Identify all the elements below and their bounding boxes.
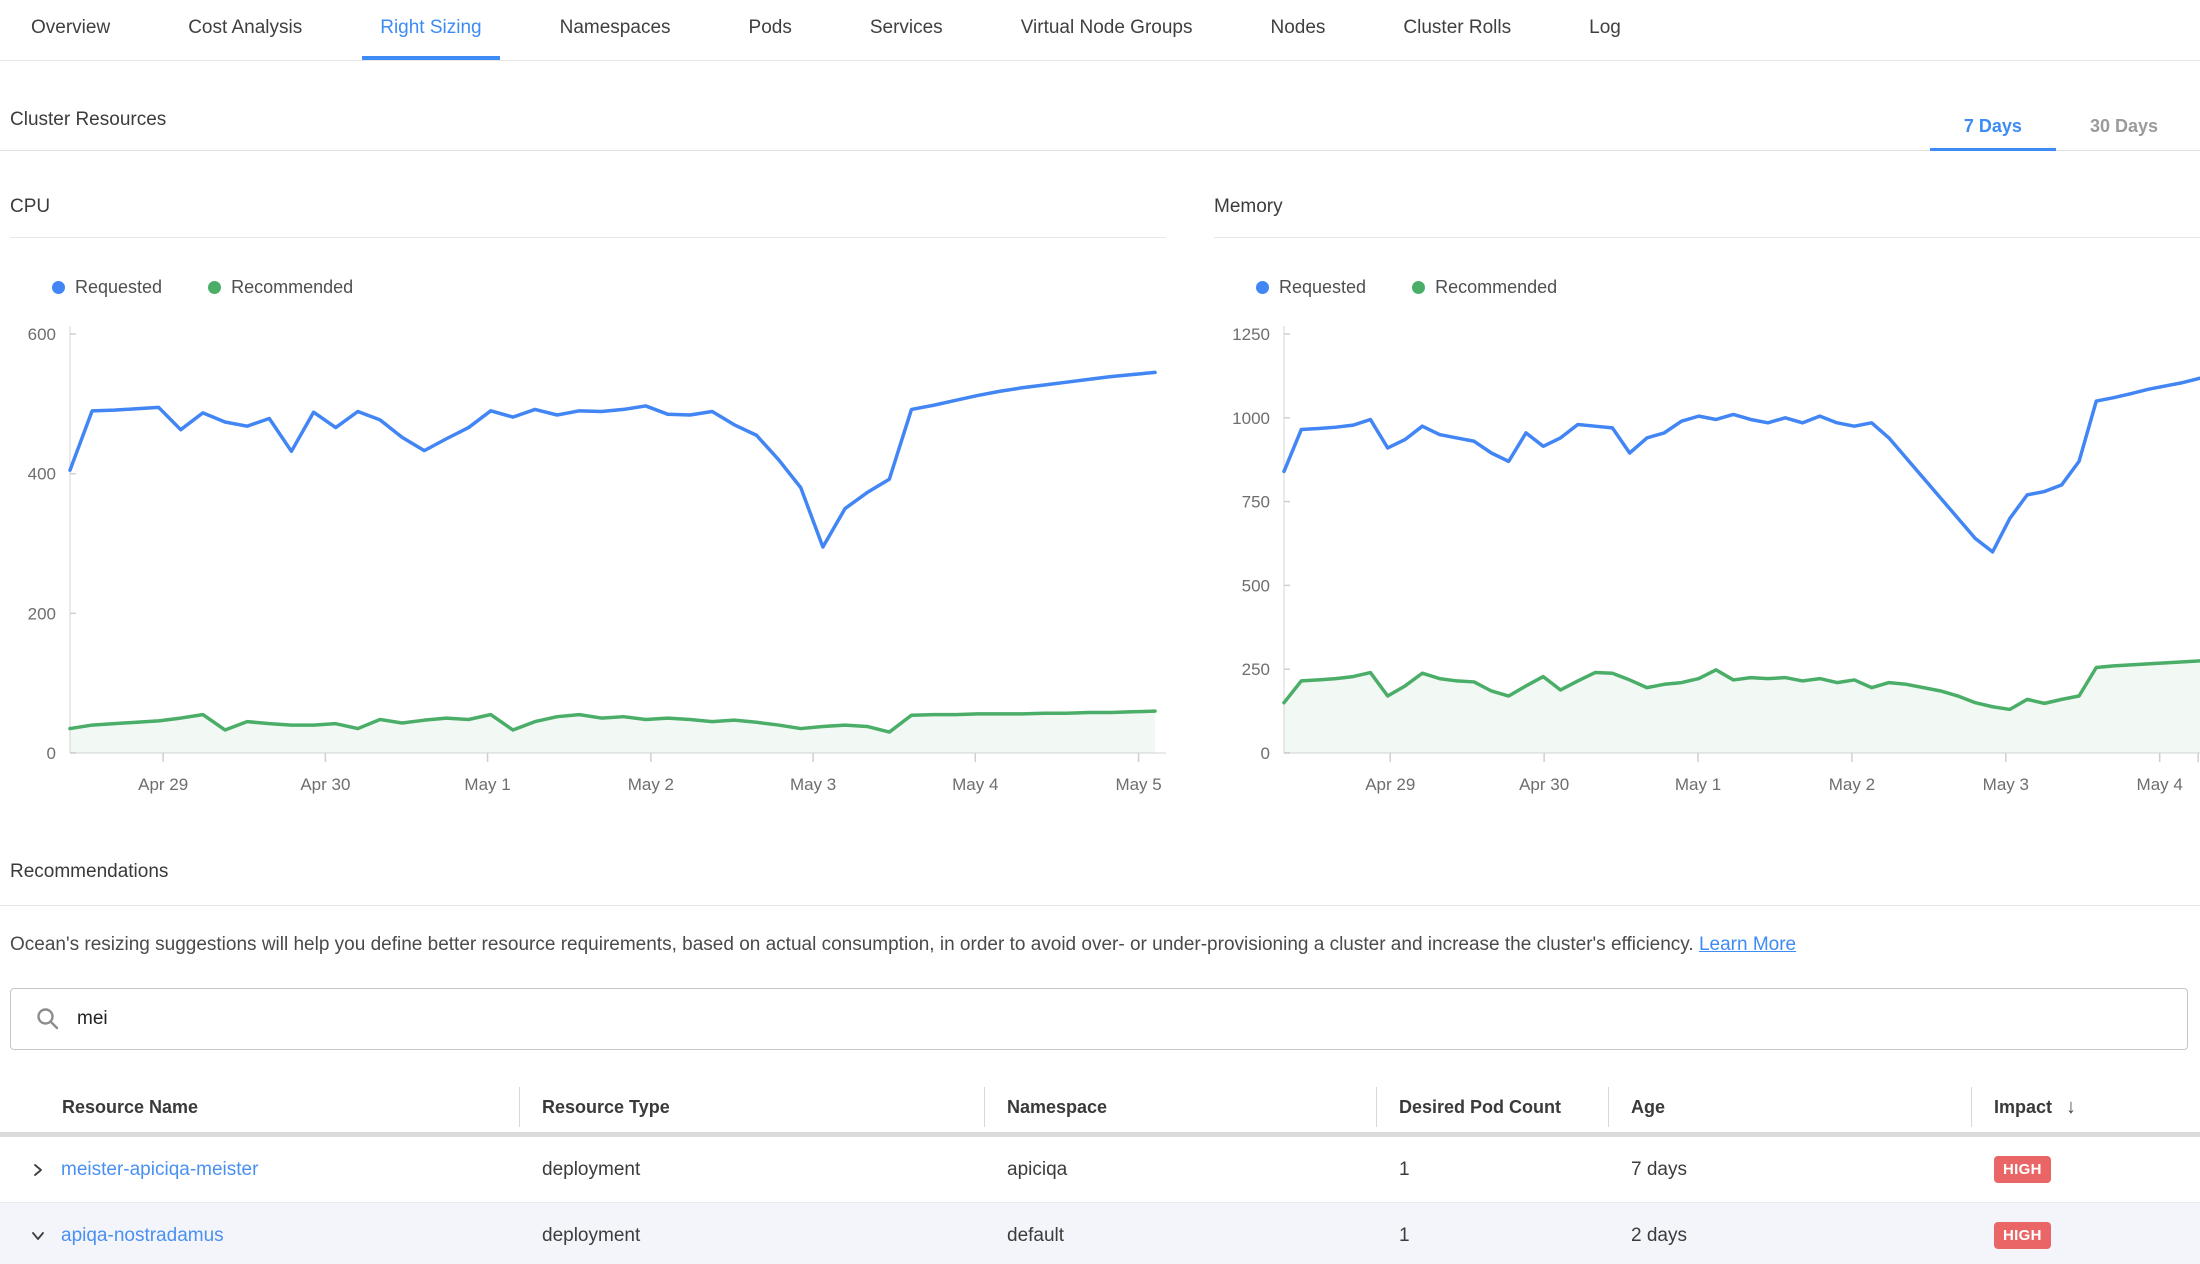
legend-item: Requested bbox=[1256, 277, 1366, 298]
header-age[interactable]: Age bbox=[1608, 1082, 1971, 1132]
header-resource-name[interactable]: Resource Name bbox=[0, 1082, 519, 1132]
age-cell: 7 days bbox=[1608, 1159, 1971, 1181]
tab-log[interactable]: Log bbox=[1571, 0, 1639, 60]
chart-legend: Requested Recommended bbox=[52, 274, 1166, 300]
description-text: Ocean's resizing suggestions will help y… bbox=[10, 934, 1699, 955]
svg-text:May 1: May 1 bbox=[1675, 775, 1721, 794]
chevron-down-icon[interactable] bbox=[30, 1228, 46, 1244]
legend-label: Requested bbox=[1279, 277, 1366, 298]
pod-count-cell: 1 bbox=[1376, 1159, 1608, 1181]
svg-text:May 2: May 2 bbox=[1829, 775, 1875, 794]
svg-text:0: 0 bbox=[47, 744, 56, 763]
resource-name-link[interactable]: meister-apiciqa-meister bbox=[61, 1159, 258, 1181]
legend-label: Recommended bbox=[1435, 277, 1557, 298]
range-tab-30-days[interactable]: 30 Days bbox=[2056, 105, 2192, 151]
svg-text:May 1: May 1 bbox=[464, 775, 510, 794]
header-desired-pod-count[interactable]: Desired Pod Count bbox=[1376, 1082, 1608, 1132]
svg-text:250: 250 bbox=[1242, 660, 1270, 679]
table-row[interactable]: apiqa-nostradamus deployment default 1 2… bbox=[0, 1203, 2200, 1264]
svg-text:750: 750 bbox=[1242, 493, 1270, 512]
search-icon bbox=[35, 1006, 61, 1032]
chart-legend: Requested Recommended bbox=[1256, 274, 2200, 300]
cpu-chart-title: CPU bbox=[10, 196, 1166, 238]
legend-label: Recommended bbox=[231, 277, 353, 298]
header-impact-label: Impact bbox=[1994, 1097, 2052, 1118]
tab-pods[interactable]: Pods bbox=[731, 0, 810, 60]
resource-type-cell: deployment bbox=[519, 1159, 984, 1181]
search-input[interactable] bbox=[77, 1008, 2187, 1030]
range-tab-7-days[interactable]: 7 Days bbox=[1930, 105, 2056, 151]
search-box[interactable] bbox=[10, 988, 2188, 1050]
memory-chart: 0 250 500 750 1000 1250 Apr 29 Apr 30 May 1 May 2… bbox=[1214, 318, 2200, 798]
svg-text:1000: 1000 bbox=[1232, 409, 1270, 428]
cluster-resources-title: Cluster Resources bbox=[10, 109, 166, 131]
svg-text:600: 600 bbox=[28, 325, 56, 344]
recommendations-title: Recommendations bbox=[10, 861, 168, 883]
svg-text:200: 200 bbox=[28, 604, 56, 623]
table-row[interactable]: meister-apiciqa-meister deployment apici… bbox=[0, 1137, 2200, 1203]
legend-label: Requested bbox=[75, 277, 162, 298]
svg-text:May 3: May 3 bbox=[790, 775, 836, 794]
recommendations-description: Ocean's resizing suggestions will help y… bbox=[10, 932, 2180, 958]
chevron-right-icon[interactable] bbox=[30, 1162, 46, 1178]
header-resource-type[interactable]: Resource Type bbox=[519, 1082, 984, 1132]
pod-count-cell: 1 bbox=[1376, 1225, 1608, 1247]
resource-name-link[interactable]: apiqa-nostradamus bbox=[61, 1225, 224, 1247]
svg-text:May 4: May 4 bbox=[2137, 775, 2183, 794]
legend-item: Recommended bbox=[1412, 277, 1557, 298]
legend-dot-icon bbox=[208, 281, 221, 294]
svg-text:Apr 30: Apr 30 bbox=[300, 775, 350, 794]
svg-text:Apr 30: Apr 30 bbox=[1519, 775, 1569, 794]
tab-bar: Overview Cost Analysis Right Sizing Namespa… bbox=[0, 0, 2200, 61]
svg-text:Apr 29: Apr 29 bbox=[1365, 775, 1415, 794]
time-range-tabs: 7 Days30 Days bbox=[1930, 105, 2192, 151]
cluster-resources-header: Cluster Resources 7 Days30 Days bbox=[0, 61, 2200, 151]
tab-cost-analysis[interactable]: Cost Analysis bbox=[170, 0, 320, 60]
tab-virtual-node-groups[interactable]: Virtual Node Groups bbox=[1003, 0, 1211, 60]
legend-dot-icon bbox=[1256, 281, 1269, 294]
svg-text:400: 400 bbox=[28, 465, 56, 484]
recommendations-section: Recommendations Ocean's resizing suggest… bbox=[0, 800, 2200, 988]
table-header: Resource Name Resource Type Namespace De… bbox=[0, 1082, 2200, 1132]
tab-overview[interactable]: Overview bbox=[13, 0, 128, 60]
right-sizing-page: Overview Cost Analysis Right Sizing Namespa… bbox=[0, 0, 2200, 1264]
charts-section: CPU Requested Recommended 0 200 400 600 Apr … bbox=[0, 151, 2200, 800]
tab-namespaces[interactable]: Namespaces bbox=[542, 0, 689, 60]
cpu-chart-panel: CPU Requested Recommended 0 200 400 600 Apr … bbox=[10, 196, 1166, 798]
age-cell: 2 days bbox=[1608, 1225, 1971, 1247]
svg-text:Apr 29: Apr 29 bbox=[138, 775, 188, 794]
impact-badge: HIGH bbox=[1994, 1156, 2051, 1183]
sort-desc-icon[interactable]: ↓ bbox=[2066, 1096, 2076, 1119]
legend-dot-icon bbox=[1412, 281, 1425, 294]
svg-text:500: 500 bbox=[1242, 576, 1270, 595]
section-divider bbox=[0, 905, 2200, 906]
resource-type-cell: deployment bbox=[519, 1225, 984, 1247]
namespace-cell: default bbox=[984, 1225, 1376, 1247]
table-body: meister-apiciqa-meister deployment apici… bbox=[0, 1137, 2200, 1264]
recommendations-table: Resource Name Resource Type Namespace De… bbox=[0, 1082, 2200, 1264]
svg-text:May 4: May 4 bbox=[952, 775, 998, 794]
svg-text:May 3: May 3 bbox=[1983, 775, 2029, 794]
legend-item: Recommended bbox=[208, 277, 353, 298]
legend-item: Requested bbox=[52, 277, 162, 298]
svg-text:0: 0 bbox=[1261, 744, 1270, 763]
memory-chart-title: Memory bbox=[1214, 196, 2200, 238]
tab-services[interactable]: Services bbox=[852, 0, 961, 60]
tab-cluster-rolls[interactable]: Cluster Rolls bbox=[1385, 0, 1529, 60]
svg-text:May 2: May 2 bbox=[628, 775, 674, 794]
header-namespace[interactable]: Namespace bbox=[984, 1082, 1376, 1132]
svg-text:May 5: May 5 bbox=[1115, 775, 1161, 794]
legend-dot-icon bbox=[52, 281, 65, 294]
tab-nodes[interactable]: Nodes bbox=[1253, 0, 1344, 60]
header-impact[interactable]: Impact ↓ bbox=[1971, 1082, 2200, 1132]
memory-chart-panel: Memory Requested Recommended 0 250 500 750 1… bbox=[1214, 196, 2200, 798]
cpu-chart: 0 200 400 600 Apr 29 Apr 30 May 1 May 2 May 3 May… bbox=[10, 318, 1166, 798]
learn-more-link[interactable]: Learn More bbox=[1699, 934, 1796, 955]
namespace-cell: apiciqa bbox=[984, 1159, 1376, 1181]
tab-right-sizing[interactable]: Right Sizing bbox=[362, 0, 499, 60]
impact-badge: HIGH bbox=[1994, 1222, 2051, 1249]
svg-text:1250: 1250 bbox=[1232, 325, 1270, 344]
